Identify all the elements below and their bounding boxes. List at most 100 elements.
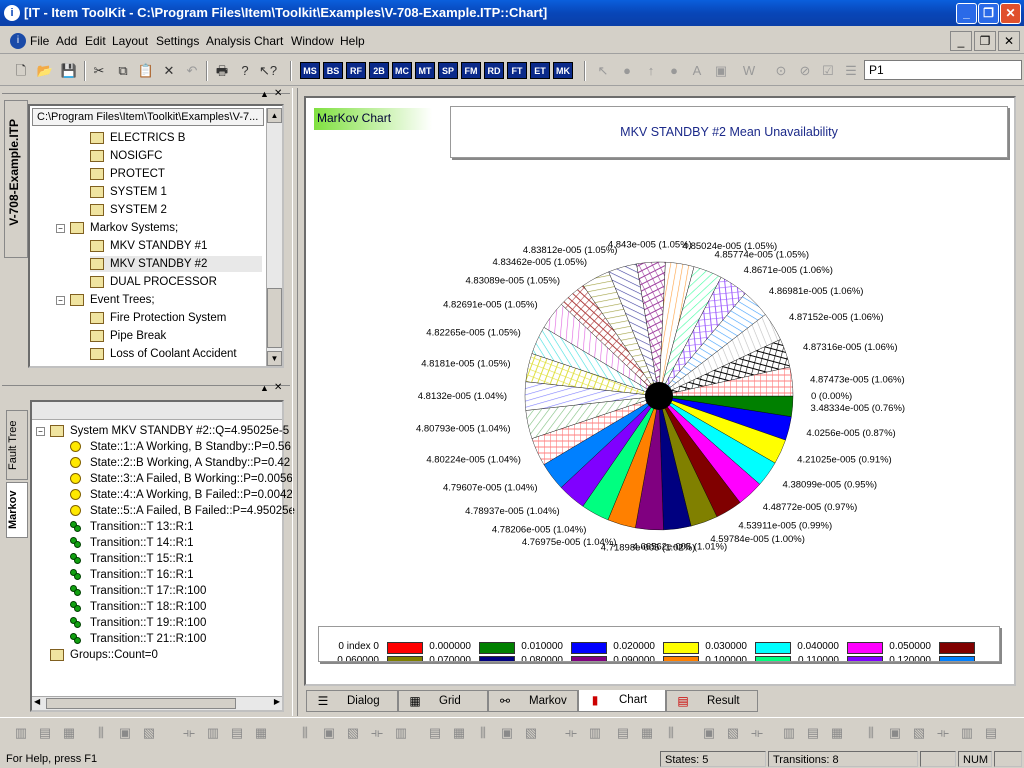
layout-tool-icon[interactable]: ▦ (638, 724, 656, 742)
new-icon[interactable]: 🗋 (12, 62, 30, 80)
tree-item[interactable]: Pipe Break (90, 328, 166, 344)
layout-tool-icon[interactable]: ▤ (982, 724, 1000, 742)
layout-tool-icon[interactable]: ▥ (12, 724, 30, 742)
rf-block-button[interactable]: RF (346, 62, 366, 79)
tab-dialog[interactable]: ☰ Dialog (306, 690, 398, 712)
layout-tool-icon[interactable]: ▦ (252, 724, 270, 742)
layout-tool-icon[interactable]: ▣ (116, 724, 134, 742)
tab-markov[interactable]: Markov (6, 482, 28, 538)
delete-icon[interactable]: ✕ (160, 62, 178, 80)
copy-icon[interactable]: ⧉ (114, 62, 132, 80)
layout-tool-icon[interactable]: ⟛ (934, 724, 952, 742)
layout-tool-icon[interactable]: ▥ (958, 724, 976, 742)
node-icon[interactable]: ● (618, 62, 636, 80)
tree-item[interactable]: DUAL PROCESSOR (90, 274, 217, 290)
layout-tool-icon[interactable]: ⟛ (368, 724, 386, 742)
state-item[interactable]: State::2::B Working, A Standby::P=0.42 (70, 455, 290, 471)
layout-tool-icon[interactable]: ▣ (320, 724, 338, 742)
rd-block-button[interactable]: RD (484, 62, 504, 79)
layout-tool-icon[interactable]: ▤ (614, 724, 632, 742)
text-icon[interactable]: A (688, 62, 706, 80)
menu-chart[interactable]: Chart (254, 34, 283, 48)
doc-close-button[interactable]: ✕ (998, 31, 1020, 51)
transition-item[interactable]: Transition::T 21::R:100 (70, 631, 206, 647)
transition-item[interactable]: Transition::T 19::R:100 (70, 615, 206, 631)
layout-tool-icon[interactable]: ▤ (228, 724, 246, 742)
cut-icon[interactable]: ✂ (90, 62, 108, 80)
go-icon[interactable]: ⊙ (772, 62, 790, 80)
sp-block-button[interactable]: SP (438, 62, 458, 79)
collapse-icon[interactable]: − (56, 224, 65, 233)
open-icon[interactable]: 📂 (36, 62, 54, 80)
menu-settings[interactable]: Settings (156, 34, 199, 48)
layout-tool-icon[interactable]: ⫼ (474, 724, 492, 742)
layout-tool-icon[interactable]: ▧ (344, 724, 362, 742)
collapse-icon[interactable]: − (56, 296, 65, 305)
undo-icon[interactable]: ↶ (183, 62, 201, 80)
save-icon[interactable]: 💾 (60, 62, 78, 80)
markov-root[interactable]: System MKV STANDBY #2::Q=4.95025e-5 (50, 423, 289, 439)
doc-restore-button[interactable]: ❐ (974, 31, 996, 51)
help-icon[interactable]: ? (236, 62, 254, 80)
fm-block-button[interactable]: FM (461, 62, 481, 79)
layout-tool-icon[interactable]: ▣ (886, 724, 904, 742)
layout-tool-icon[interactable]: ▣ (498, 724, 516, 742)
tree-scrollbar[interactable]: ▲ ▼ (266, 108, 282, 366)
collapse-icon[interactable]: − (36, 427, 45, 436)
layout-tool-icon[interactable]: ▥ (204, 724, 222, 742)
mc-block-button[interactable]: MC (392, 62, 412, 79)
layout-tool-icon[interactable]: ⫼ (92, 724, 110, 742)
context-help-icon[interactable]: ↖? (259, 62, 277, 80)
menu-file[interactable]: File (30, 34, 49, 48)
tree-item[interactable]: NOSIGFC (90, 148, 162, 164)
panel-close-icon[interactable]: ✕ (274, 88, 282, 99)
layout-tool-icon[interactable]: ⟛ (748, 724, 766, 742)
transition-item[interactable]: Transition::T 18::R:100 (70, 599, 206, 615)
image-icon[interactable]: ▣ (712, 62, 730, 80)
ms-block-button[interactable]: MS (300, 62, 320, 79)
tree-item[interactable]: Fire Protection System (90, 310, 226, 326)
bs-block-button[interactable]: BS (323, 62, 343, 79)
paste-icon[interactable]: 📋 (137, 62, 155, 80)
stop-icon[interactable]: ⊘ (796, 62, 814, 80)
layout-tool-icon[interactable]: ▣ (700, 724, 718, 742)
dot-icon[interactable]: ● (665, 62, 683, 80)
print-icon[interactable]: 🖶 (213, 62, 231, 80)
panel-collapse-icon[interactable]: ▲ (260, 383, 269, 393)
layout-tool-icon[interactable]: ⫼ (862, 724, 880, 742)
menu-analysis[interactable]: Analysis (206, 34, 251, 48)
tree-item-selected[interactable]: MKV STANDBY #2 (90, 256, 262, 272)
transition-item[interactable]: Transition::T 15::R:1 (70, 551, 194, 567)
mt-block-button[interactable]: MT (415, 62, 435, 79)
layout-tool-icon[interactable]: ⫼ (296, 724, 314, 742)
layout-tool-icon[interactable]: ▦ (450, 724, 468, 742)
tab-fault-tree[interactable]: Fault Tree (6, 410, 28, 480)
close-button[interactable]: ✕ (1000, 3, 1021, 24)
layout-tool-icon[interactable]: ▥ (780, 724, 798, 742)
layout-tool-icon[interactable]: ▤ (426, 724, 444, 742)
ft-block-button[interactable]: FT (507, 62, 527, 79)
layout-tool-icon[interactable]: ▥ (586, 724, 604, 742)
minimize-button[interactable]: _ (956, 3, 977, 24)
transition-item[interactable]: Transition::T 16::R:1 (70, 567, 194, 583)
transition-item[interactable]: Transition::T 14::R:1 (70, 535, 194, 551)
doc-minimize-button[interactable]: _ (950, 31, 972, 51)
tab-grid[interactable]: ▦ Grid (398, 690, 488, 712)
splitter[interactable] (292, 88, 298, 716)
layout-tool-icon[interactable]: ▦ (60, 724, 78, 742)
tree-item[interactable]: SYSTEM 1 (90, 184, 167, 200)
state-item[interactable]: State::3::A Failed, B Working::P=0.0056 (70, 471, 293, 487)
horizontal-scrollbar[interactable]: ◀ ▶ (32, 696, 282, 710)
menu-window[interactable]: Window (291, 34, 334, 48)
w-icon[interactable]: W (740, 62, 758, 80)
arrow-icon[interactable]: ↑ (642, 62, 660, 80)
layout-tool-icon[interactable]: ⟛ (562, 724, 580, 742)
check-icon[interactable]: ☑ (819, 62, 837, 80)
state-item[interactable]: State::4::A Working, B Failed::P=0.0042 (70, 487, 293, 503)
layout-tool-icon[interactable]: ▧ (724, 724, 742, 742)
menu-edit[interactable]: Edit (85, 34, 106, 48)
parameter-input[interactable]: P1 (864, 60, 1022, 80)
pointer-icon[interactable]: ↖ (594, 62, 612, 80)
tab-markov-view[interactable]: ⚯ Markov (488, 690, 578, 712)
menu-help[interactable]: Help (340, 34, 365, 48)
